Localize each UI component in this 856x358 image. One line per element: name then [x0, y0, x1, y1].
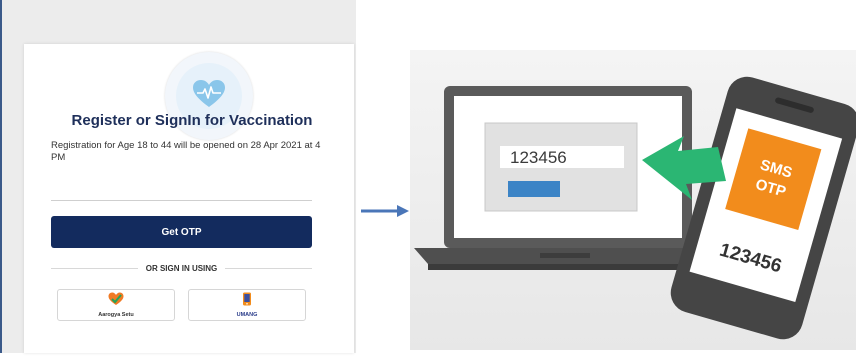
registration-info: Registration for Age 18 to 44 will be op… — [51, 140, 321, 163]
otp-illustration: 123456 SMS OTP 123456 — [400, 0, 856, 358]
laptop-otp-text: 123456 — [510, 148, 567, 167]
umang-label: UMANG — [236, 312, 258, 318]
or-sign-in-divider: OR SIGN IN USING — [51, 262, 312, 274]
umang-button[interactable]: UMANG — [188, 289, 306, 321]
signin-panel: Register or SignIn for Vaccination Regis… — [0, 0, 356, 353]
heart-pulse-icon — [192, 79, 226, 114]
page-title: Register or SignIn for Vaccination — [71, 112, 313, 129]
or-sign-in-label: OR SIGN IN USING — [145, 263, 218, 273]
aarogya-setu-icon — [108, 292, 124, 311]
umang-icon — [242, 292, 252, 311]
phone-icon: SMS OTP 123456 — [670, 76, 856, 340]
get-otp-button[interactable]: Get OTP — [51, 216, 312, 248]
aarogya-setu-button[interactable]: Aarogya Setu — [57, 289, 175, 321]
divider — [51, 200, 312, 201]
aarogya-setu-label: Aarogya Setu — [98, 312, 134, 318]
